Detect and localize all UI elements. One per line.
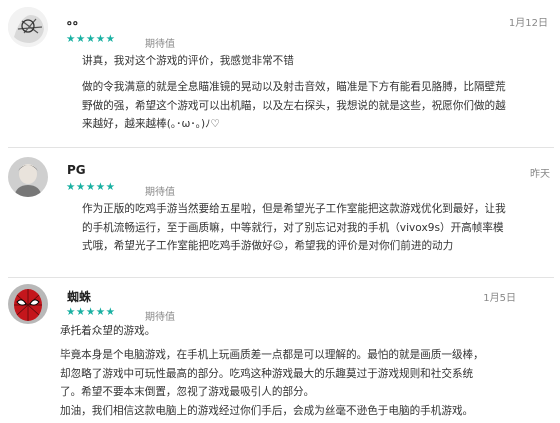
rating-label: 期待值	[145, 312, 175, 323]
review-paragraph: 做的令我满意的就是全息瞄准镜的晃动以及射击音效，瞄准是下方有能看见胳膊，比隔壁荒…	[82, 81, 506, 130]
rating-stars: ★★★★★	[66, 306, 116, 318]
review-item: PG ★★★★★ 期待值 昨天 作为正版的吃鸡手游当然要给五星啦，但是希望光子工…	[0, 150, 560, 280]
spiderman-avatar-icon	[8, 284, 48, 324]
review-paragraph: 承托着众望的游戏。	[60, 325, 156, 337]
review-paragraph: 加油，我们相信这款电脑上的游戏经过你们手后，会成为丝毫不逊色于电脑的手机游戏。	[60, 405, 474, 417]
reviewer-name[interactable]: PG	[67, 163, 86, 177]
avatar[interactable]	[8, 157, 48, 197]
avatar[interactable]	[8, 284, 48, 324]
rating-label: 期待值	[145, 187, 175, 198]
review-item: 。。 ★★★★★ 期待值 1月12日 讲真，我对这个游戏的评价，我感觉非常不错 …	[0, 0, 560, 143]
review-item: 蜘蛛 ★★★★★ 期待值 1月5日 承托着众望的游戏。 毕竟本身是个电脑游戏，在…	[0, 282, 560, 423]
sketch-avatar-icon	[8, 7, 48, 47]
review-paragraph: 毕竟本身是个电脑游戏，在手机上玩画质差一点都是可以理解的。最怕的就是画质一级棒，…	[60, 349, 484, 398]
review-paragraph: 讲真，我对这个游戏的评价，我感觉非常不错	[82, 55, 294, 67]
review-paragraph: 作为正版的吃鸡手游当然要给五星啦，但是希望光子工作室能把这款游戏优化到最好，让我…	[82, 203, 506, 252]
rating-stars: ★★★★★	[66, 181, 116, 193]
reviewer-name[interactable]: 。。	[67, 11, 85, 28]
divider	[8, 147, 554, 148]
rating-label: 期待值	[145, 39, 175, 50]
rating-stars: ★★★★★	[66, 33, 116, 45]
avatar[interactable]	[8, 7, 48, 47]
photo-avatar-icon	[8, 157, 48, 197]
reviewer-name[interactable]: 蜘蛛	[67, 288, 91, 305]
review-date: 1月12日	[508, 18, 548, 29]
review-date: 1月5日	[483, 293, 516, 304]
divider	[8, 277, 554, 278]
review-date: 昨天	[530, 169, 550, 180]
